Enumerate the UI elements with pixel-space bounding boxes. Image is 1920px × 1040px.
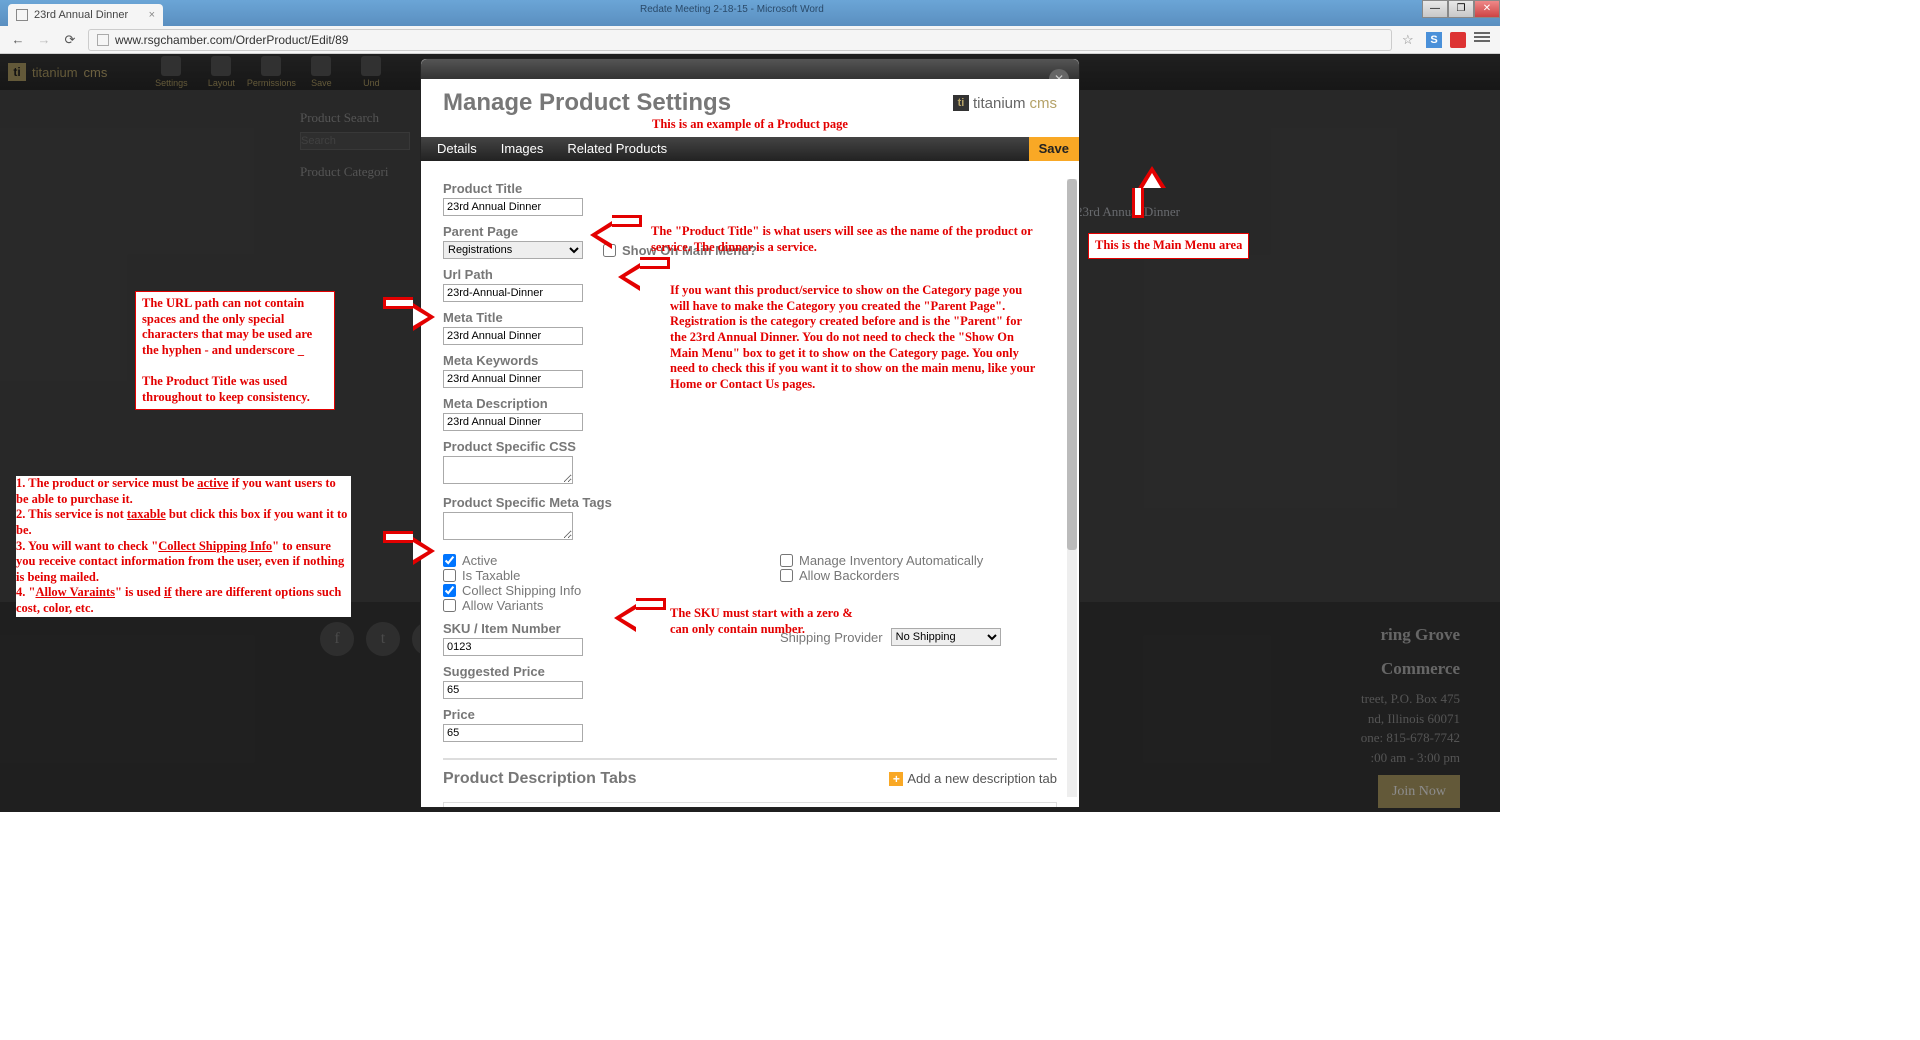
modal-save-button[interactable]: Save [1029, 137, 1079, 161]
annotation-parent-page: If you want this product/service to show… [670, 283, 1040, 392]
address-bar[interactable]: www.rsgchamber.com/OrderProduct/Edit/89 [88, 29, 1392, 51]
annotation-main-menu: This is the Main Menu area [1088, 233, 1249, 259]
input-meta-keywords[interactable] [443, 370, 583, 388]
arrow-icon [614, 604, 636, 632]
modal-overlay: ✕ Manage Product Settings ti titanium cm… [0, 54, 1500, 812]
input-url-path[interactable] [443, 284, 583, 302]
maximize-button[interactable]: ❐ [1448, 0, 1474, 18]
label-css: Product Specific CSS [443, 439, 1057, 454]
checkbox-variants[interactable] [443, 599, 456, 612]
taskbar-hint: Redate Meeting 2-18-15 - Microsoft Word [640, 4, 824, 15]
window-controls: — ❐ ✕ [1422, 0, 1500, 18]
input-price[interactable] [443, 724, 583, 742]
label-taxable: Is Taxable [462, 568, 520, 583]
add-description-tab-button[interactable]: + Add a new description tab [889, 771, 1057, 786]
label-meta-tags: Product Specific Meta Tags [443, 495, 1057, 510]
label-manage-inv: Manage Inventory Automatically [799, 553, 983, 568]
cms-brand: ti titanium cms [953, 95, 1057, 112]
label-variants: Allow Variants [462, 598, 543, 613]
modal-title: Manage Product Settings [443, 89, 731, 117]
arrow-icon [618, 263, 640, 291]
extension-adblock-icon[interactable] [1450, 32, 1466, 48]
arrow-icon [1138, 166, 1166, 188]
back-button[interactable]: ← [10, 32, 26, 48]
forward-button[interactable]: → [36, 32, 52, 48]
product-settings-modal: ✕ Manage Product Settings ti titanium cm… [420, 58, 1080, 808]
input-meta-desc[interactable] [443, 413, 583, 431]
close-window-button[interactable]: ✕ [1474, 0, 1500, 18]
arrow-icon [590, 221, 612, 249]
modal-scrollbar[interactable] [1067, 179, 1077, 797]
checkbox-taxable[interactable] [443, 569, 456, 582]
label-url-path: Url Path [443, 267, 1057, 282]
arrow-icon [413, 537, 435, 565]
textarea-css[interactable] [443, 456, 573, 484]
page-icon [16, 9, 28, 21]
plus-icon: + [889, 772, 903, 786]
tab-related[interactable]: Related Products [567, 141, 667, 156]
tab-title-row: Tab Title − [443, 802, 1057, 807]
chrome-menu-icon[interactable] [1474, 32, 1490, 48]
checkbox-manage-inv[interactable] [780, 554, 793, 567]
textarea-meta-tags[interactable] [443, 512, 573, 540]
close-tab-icon[interactable]: × [149, 9, 155, 21]
browser-toolbar: ← → ⟳ www.rsgchamber.com/OrderProduct/Ed… [0, 26, 1500, 54]
modal-tab-bar: Details Images Related Products Save [421, 137, 1079, 161]
tab-details[interactable]: Details [437, 141, 477, 156]
label-sugg-price: Suggested Price [443, 664, 1057, 679]
label-shipping-info: Collect Shipping Info [462, 583, 581, 598]
checkbox-active[interactable] [443, 554, 456, 567]
browser-tab[interactable]: 23rd Annual Dinner × [8, 4, 163, 26]
reload-button[interactable]: ⟳ [62, 32, 78, 48]
input-product-title[interactable] [443, 198, 583, 216]
cms-logo-small-icon: ti [953, 95, 969, 111]
url-text: www.rsgchamber.com/OrderProduct/Edit/89 [115, 33, 348, 47]
label-price: Price [443, 707, 1057, 722]
annotation-sku: The SKU must start with a zero & can onl… [670, 606, 870, 637]
label-meta-desc: Meta Description [443, 396, 1057, 411]
input-meta-title[interactable] [443, 327, 583, 345]
checkbox-shipping-info[interactable] [443, 584, 456, 597]
tab-images[interactable]: Images [501, 141, 544, 156]
input-sugg-price[interactable] [443, 681, 583, 699]
annotation-url-path: The URL path can not contain spaces and … [135, 291, 335, 410]
bookmark-icon[interactable] [1402, 32, 1418, 48]
input-sku[interactable] [443, 638, 583, 656]
site-icon [97, 34, 109, 46]
arrow-icon [413, 303, 435, 331]
annotation-product-title: The "Product Title" is what users will s… [651, 224, 1041, 255]
select-parent-page[interactable]: Registrations [443, 241, 583, 259]
annotation-checkboxes: 1. The product or service must be active… [16, 476, 351, 617]
section-desc-tabs: Product Description Tabs [443, 770, 637, 788]
minimize-button[interactable]: — [1422, 0, 1448, 18]
label-backorders: Allow Backorders [799, 568, 899, 583]
select-shipping-provider[interactable]: No Shipping [891, 628, 1001, 646]
annotation-example: This is an example of a Product page [421, 117, 1079, 133]
tab-title: 23rd Annual Dinner [34, 9, 128, 21]
checkbox-backorders[interactable] [780, 569, 793, 582]
label-parent-page: Parent Page [443, 224, 583, 239]
extension-s-icon[interactable]: S [1426, 32, 1442, 48]
label-product-title: Product Title [443, 181, 1057, 196]
label-active: Active [462, 553, 497, 568]
